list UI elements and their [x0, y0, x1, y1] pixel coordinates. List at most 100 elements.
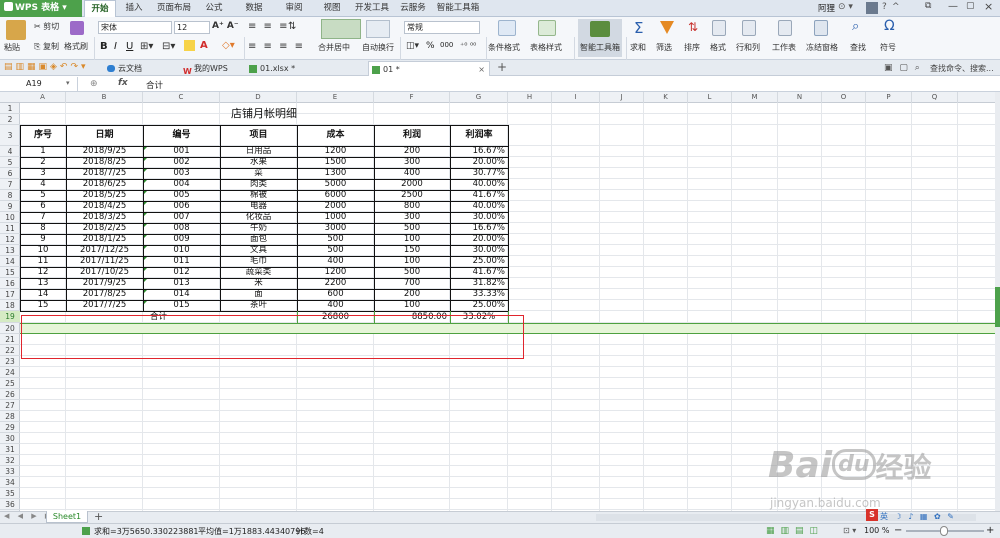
table-cell[interactable]: 006 — [143, 201, 220, 212]
cut-button[interactable]: ✂ 剪切 — [34, 21, 59, 32]
freeze-icon[interactable] — [814, 20, 828, 36]
table-cell[interactable]: 日用品 — [220, 146, 297, 157]
tab-page-layout[interactable]: 页面布局 — [152, 0, 196, 17]
conditional-format-button[interactable]: 条件格式 — [488, 42, 520, 53]
wrap-text-button[interactable]: 自动换行 — [362, 42, 394, 53]
table-cell[interactable]: 400 — [297, 256, 374, 267]
sum-icon[interactable]: Σ — [634, 19, 643, 37]
table-cell[interactable]: 012 — [143, 267, 220, 278]
table-cell[interactable]: 肉类 — [220, 179, 297, 190]
filter-button[interactable]: 筛选 — [656, 42, 672, 53]
row-header[interactable]: 1 — [0, 103, 20, 114]
table-cell[interactable]: 150 — [374, 245, 450, 256]
decimal-icons[interactable]: ⁺⁰ ⁰⁰ — [460, 41, 476, 50]
table-cell[interactable]: 25.00% — [450, 300, 508, 311]
table-cell[interactable]: 2018/6/25 — [66, 179, 143, 190]
row-header[interactable]: 23 — [0, 356, 20, 367]
row-header[interactable]: 12 — [0, 234, 20, 245]
table-cell[interactable]: 1200 — [297, 146, 374, 157]
table-cell[interactable]: 5000 — [297, 179, 374, 190]
minimize-icon[interactable]: — — [948, 1, 958, 12]
table-cell[interactable]: 800 — [374, 201, 450, 212]
table-cell[interactable]: 013 — [143, 278, 220, 289]
row-header[interactable]: 33 — [0, 466, 20, 477]
name-box-dropdown-icon[interactable]: ▾ — [66, 79, 70, 87]
row-header[interactable]: 28 — [0, 411, 20, 422]
table-cell[interactable]: 2018/2/25 — [66, 223, 143, 234]
column-header[interactable]: B — [66, 92, 143, 103]
conditional-format-icon[interactable] — [498, 20, 516, 36]
symbol-button[interactable]: 符号 — [880, 42, 896, 53]
doc-tab-01-xlsx[interactable]: 01.xlsx * — [246, 61, 366, 76]
find-icon[interactable]: ⌕ — [852, 19, 859, 34]
table-cell[interactable]: 011 — [143, 256, 220, 267]
table-cell[interactable]: 40.00% — [450, 179, 508, 190]
table-cell[interactable]: 10 — [20, 245, 66, 256]
row-header[interactable]: 25 — [0, 378, 20, 389]
doc-tab-mywps[interactable]: W 我的WPS — [180, 61, 246, 76]
row-header[interactable]: 3 — [0, 125, 20, 146]
table-cell[interactable]: 6000 — [297, 190, 374, 201]
tab-insert[interactable]: 插入 — [120, 0, 148, 17]
table-cell[interactable]: 500 — [374, 267, 450, 278]
row-header[interactable]: 21 — [0, 334, 20, 345]
table-cell[interactable]: 100 — [374, 256, 450, 267]
table-cell[interactable]: 003 — [143, 168, 220, 179]
row-header[interactable]: 19 — [0, 311, 20, 323]
table-cell[interactable]: 41.67% — [450, 267, 508, 278]
vertical-scrollbar[interactable] — [995, 92, 1000, 511]
table-cell[interactable]: 面 — [220, 289, 297, 300]
table-cell[interactable]: 11 — [20, 256, 66, 267]
doc-tab-cloud[interactable]: 云文档 — [104, 61, 174, 76]
row-header[interactable]: 36 — [0, 499, 20, 510]
user-settings-icon[interactable]: ⊙ ▾ — [838, 2, 853, 12]
table-cell[interactable]: 2000 — [374, 179, 450, 190]
table-cell[interactable]: 33.33% — [450, 289, 508, 300]
row-header[interactable]: 6 — [0, 168, 20, 179]
table-cell[interactable]: 2200 — [297, 278, 374, 289]
table-cell[interactable]: 面包 — [220, 234, 297, 245]
view-mode-icons[interactable]: ▦▥▤◫ — [766, 526, 824, 536]
table-cell[interactable]: 2017/8/25 — [66, 289, 143, 300]
table-cell[interactable]: 20.00% — [450, 234, 508, 245]
table-cell[interactable]: 015 — [143, 300, 220, 311]
row-header[interactable]: 26 — [0, 389, 20, 400]
table-cell[interactable]: 002 — [143, 157, 220, 168]
new-tab-icon[interactable]: + — [497, 60, 507, 74]
row-header[interactable]: 31 — [0, 444, 20, 455]
table-cell[interactable]: 电器 — [220, 201, 297, 212]
table-cell[interactable]: 30.77% — [450, 168, 508, 179]
merge-center-icon[interactable] — [321, 19, 361, 39]
zoom-in-icon[interactable]: + — [986, 525, 994, 536]
table-cell[interactable]: 12 — [20, 267, 66, 278]
row-header[interactable]: 15 — [0, 267, 20, 278]
ribbon-toggle-icon[interactable]: ^ — [892, 2, 900, 12]
row-header[interactable]: 34 — [0, 477, 20, 488]
tab-data[interactable]: 数据 — [240, 0, 268, 17]
table-cell[interactable]: 文具 — [220, 245, 297, 256]
table-header[interactable]: 日期 — [66, 125, 143, 146]
maximize-icon[interactable]: ▢ — [966, 1, 975, 11]
tab-tools-icons[interactable]: ▣ ▢ ⌕ — [884, 63, 922, 73]
row-header[interactable]: 2 — [0, 114, 20, 125]
table-cell[interactable]: 2017/12/25 — [66, 245, 143, 256]
thousands-button[interactable]: 000 — [440, 41, 453, 49]
column-header[interactable]: H — [508, 92, 552, 103]
table-cell[interactable]: 牛奶 — [220, 223, 297, 234]
row-header[interactable]: 10 — [0, 212, 20, 223]
sheet-title[interactable]: 店铺月帐明细 — [20, 103, 508, 125]
paste-button[interactable]: 粘贴 — [4, 42, 20, 53]
table-style-button[interactable]: 表格样式 — [530, 42, 562, 53]
grow-font-icon[interactable]: A⁺ A⁻ — [212, 21, 239, 31]
toolbox-icon[interactable] — [590, 21, 610, 37]
table-cell[interactable]: 25.00% — [450, 256, 508, 267]
number-format-select[interactable]: 常规 — [404, 21, 480, 34]
column-header[interactable]: E — [297, 92, 374, 103]
table-cell[interactable]: 5 — [20, 190, 66, 201]
table-cell[interactable]: 14 — [20, 289, 66, 300]
column-header[interactable]: C — [143, 92, 220, 103]
paste-icon[interactable] — [6, 20, 26, 40]
column-header[interactable]: G — [450, 92, 508, 103]
table-cell[interactable]: 4 — [20, 179, 66, 190]
worksheet-icon[interactable] — [778, 20, 792, 36]
